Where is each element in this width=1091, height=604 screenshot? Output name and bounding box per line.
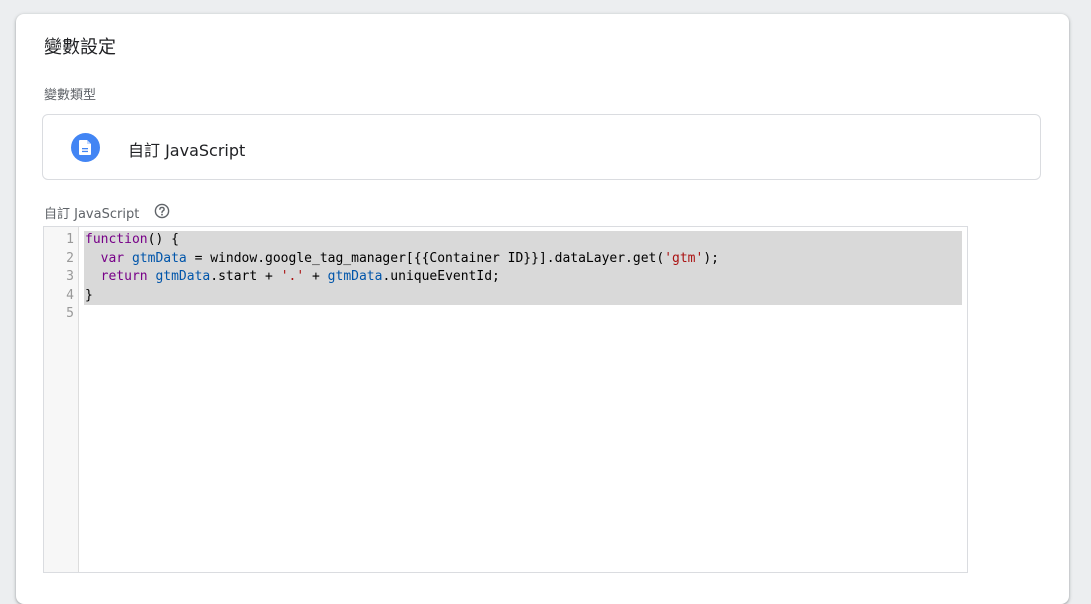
code-content[interactable]: function() { var gtmData = window.google… bbox=[84, 231, 962, 324]
code-line[interactable] bbox=[84, 305, 962, 324]
code-line[interactable]: function() { bbox=[84, 231, 962, 250]
code-token: .start + bbox=[210, 269, 281, 284]
code-token: function bbox=[85, 232, 148, 247]
code-token: 'gtm' bbox=[664, 250, 704, 266]
code-token: var bbox=[100, 250, 125, 266]
code-token: + bbox=[304, 269, 328, 284]
code-token: = window.google_tag_manager[{{Container … bbox=[186, 250, 665, 266]
code-token: () { bbox=[147, 232, 179, 247]
code-token: return bbox=[100, 269, 148, 284]
line-number-gutter: 1 2 3 4 5 bbox=[44, 227, 79, 572]
code-editor-label: 自訂 JavaScript bbox=[44, 207, 140, 222]
code-token: } bbox=[85, 287, 93, 303]
code-line[interactable]: } bbox=[84, 286, 962, 305]
variable-config-card: 變數設定 變數類型 自訂 JavaScript 自訂 JavaScript 1 2… bbox=[16, 14, 1069, 604]
variable-type-name: 自訂 JavaScript bbox=[128, 141, 246, 160]
code-token: gtmData bbox=[131, 250, 187, 266]
line-number: 2 bbox=[66, 250, 74, 266]
code-token: '.' bbox=[280, 269, 305, 284]
code-editor[interactable]: 1 2 3 4 5 function() { var gtmData = window.… bbox=[43, 226, 968, 573]
line-number: 3 bbox=[66, 269, 74, 284]
document-icon bbox=[71, 133, 100, 162]
card-title: 變數設定 bbox=[44, 37, 116, 58]
code-line[interactable]: return gtmData.start + '.' + gtmData.uni… bbox=[84, 268, 962, 287]
line-number: 4 bbox=[66, 287, 74, 303]
line-number: 5 bbox=[66, 306, 74, 321]
code-line[interactable]: var gtmData = window.google_tag_manager[… bbox=[84, 249, 962, 268]
code-token: ); bbox=[703, 250, 719, 266]
help-circle-icon[interactable] bbox=[154, 203, 170, 219]
code-token: .uniqueEventId; bbox=[382, 269, 500, 284]
line-number: 1 bbox=[66, 232, 74, 247]
code-token: gtmData bbox=[327, 269, 383, 284]
code-token: gtmData bbox=[155, 269, 211, 284]
variable-type-label: 變數類型 bbox=[44, 88, 97, 103]
variable-type-selector[interactable]: 自訂 JavaScript bbox=[42, 114, 1041, 180]
